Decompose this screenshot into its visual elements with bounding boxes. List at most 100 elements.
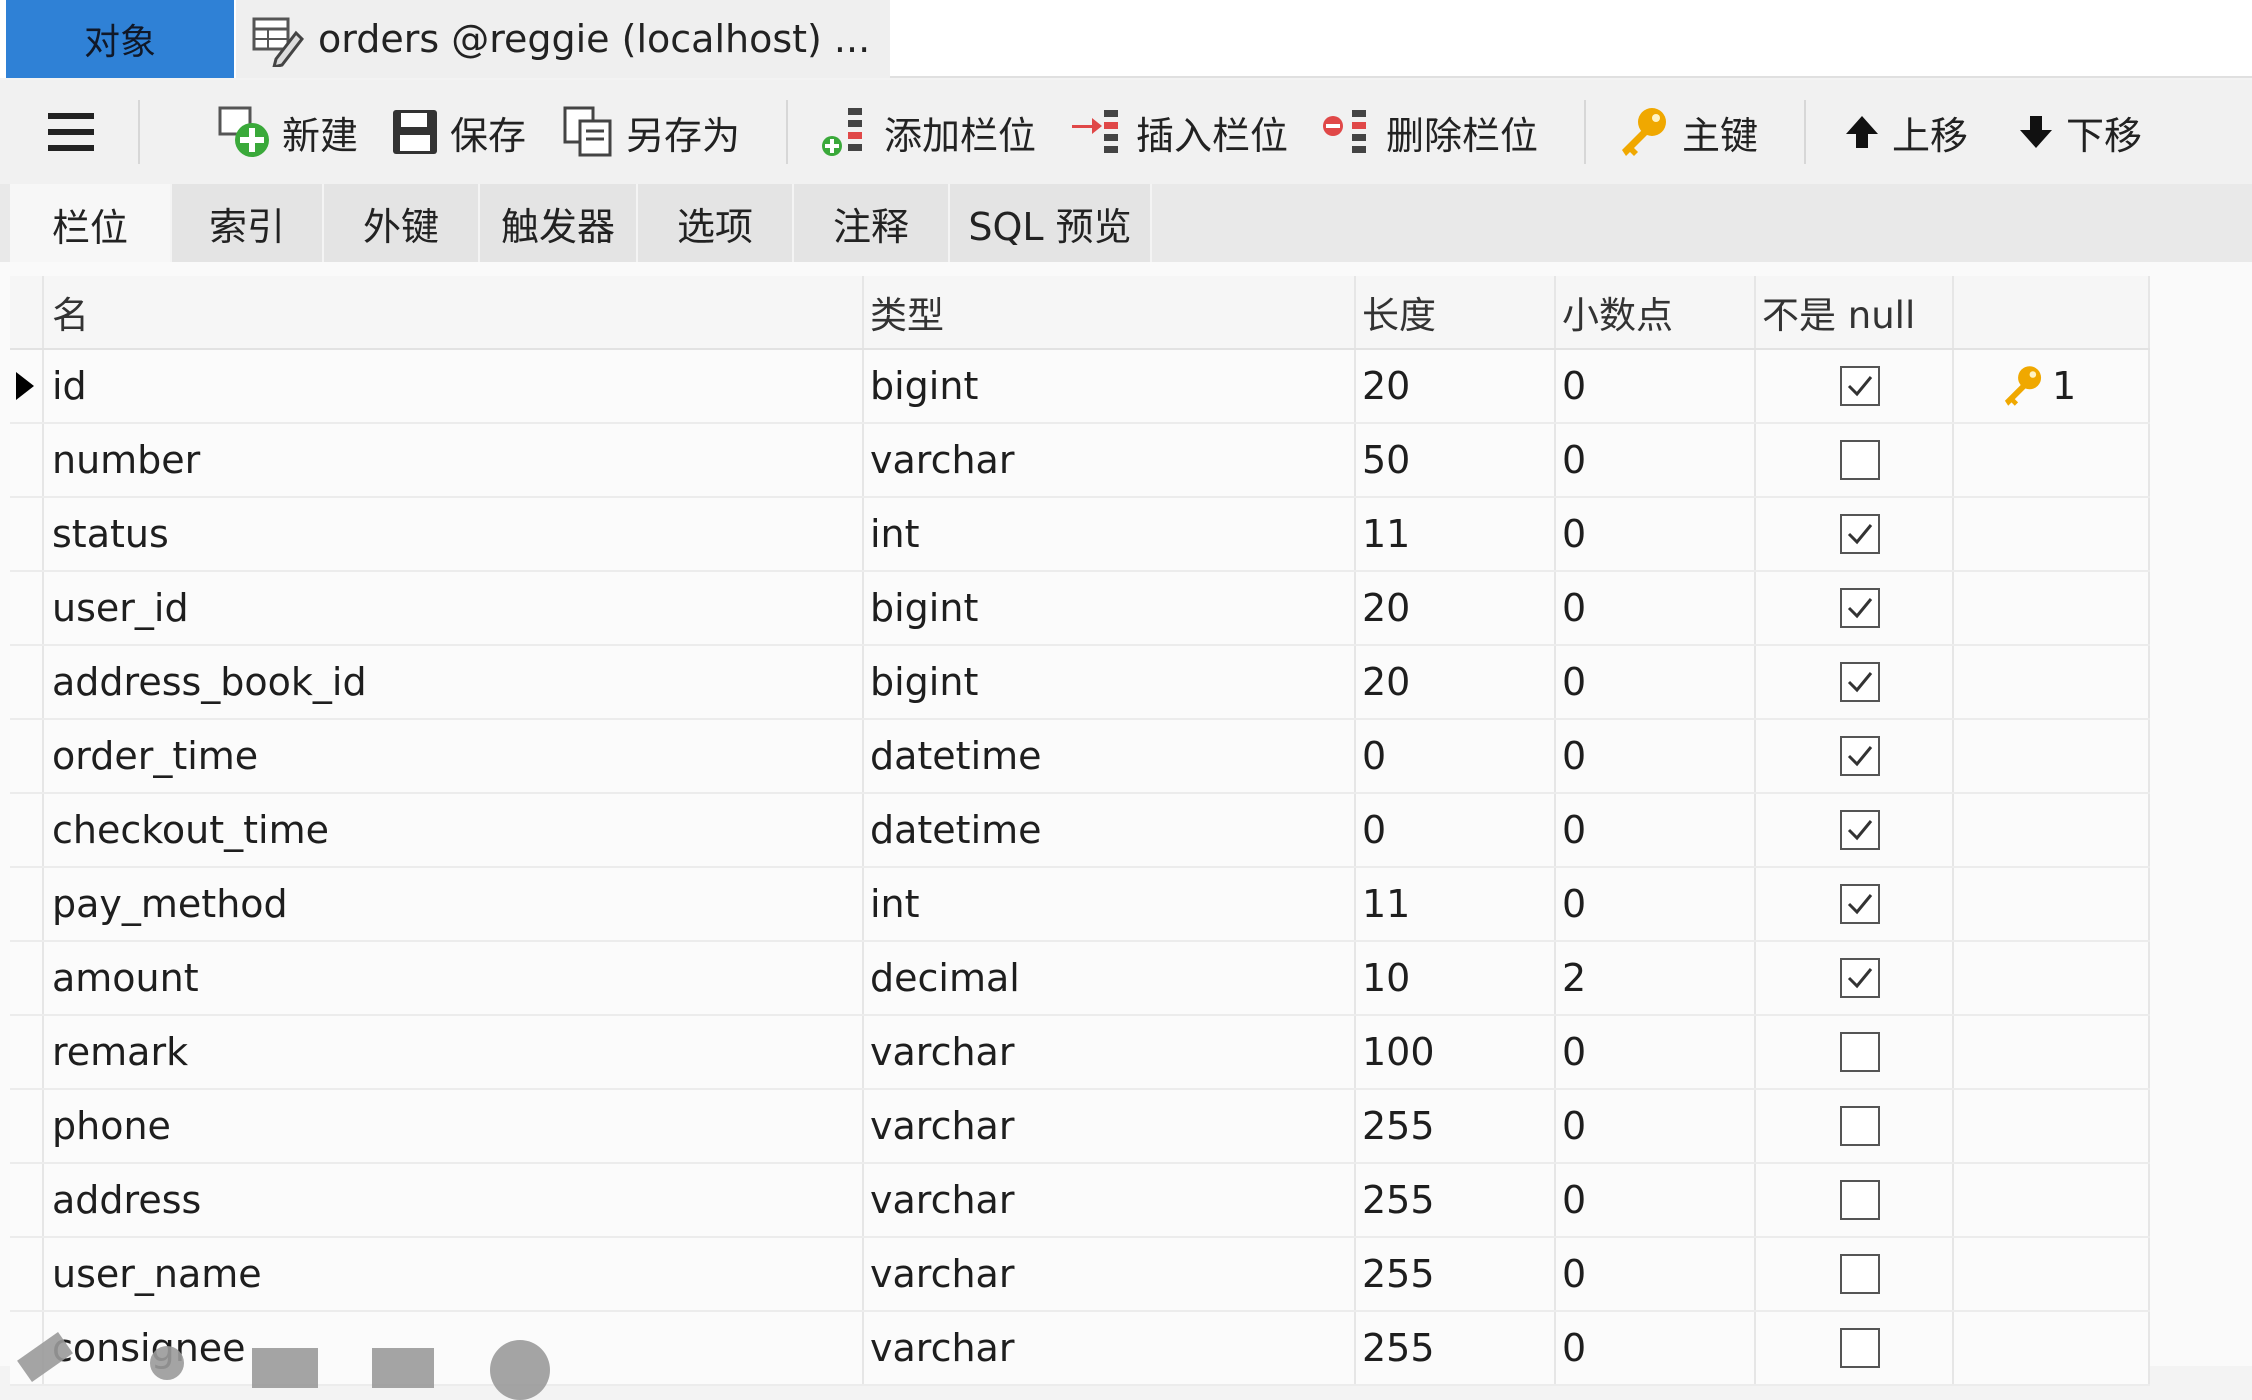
field-decimals-cell[interactable]: 0 — [1562, 350, 1586, 422]
table-row[interactable]: order_time datetime 0 0 — [10, 720, 2150, 794]
move-up-button[interactable]: 上移 — [1842, 80, 1968, 184]
table-row[interactable]: phone varchar 255 0 — [10, 1090, 2150, 1164]
field-name-cell[interactable]: pay_method — [52, 868, 288, 940]
header-not-null[interactable]: 不是 null — [1762, 276, 1915, 348]
new-button[interactable]: 新建 — [216, 80, 358, 184]
field-type-cell[interactable]: bigint — [870, 350, 978, 422]
not-null-checkbox[interactable] — [1840, 1254, 1880, 1294]
field-type-cell[interactable]: varchar — [870, 424, 1014, 496]
field-type-cell[interactable]: bigint — [870, 646, 978, 718]
field-name-cell[interactable]: order_time — [52, 720, 258, 792]
move-down-button[interactable]: 下移 — [2016, 80, 2142, 184]
field-length-cell[interactable]: 255 — [1362, 1312, 1435, 1384]
table-row[interactable]: address varchar 255 0 — [10, 1164, 2150, 1238]
field-type-cell[interactable]: varchar — [870, 1312, 1014, 1384]
not-null-checkbox[interactable] — [1840, 736, 1880, 776]
tab-sql-preview[interactable]: SQL 预览 — [950, 184, 1152, 262]
field-length-cell[interactable]: 50 — [1362, 424, 1410, 496]
table-row[interactable]: address_book_id bigint 20 0 — [10, 646, 2150, 720]
field-length-cell[interactable]: 255 — [1362, 1164, 1435, 1236]
field-length-cell[interactable]: 11 — [1362, 498, 1410, 570]
not-null-checkbox[interactable] — [1840, 514, 1880, 554]
table-row[interactable]: user_name varchar 255 0 — [10, 1238, 2150, 1312]
field-decimals-cell[interactable]: 0 — [1562, 1312, 1586, 1384]
table-row[interactable]: id bigint 20 0 1 — [10, 350, 2150, 424]
field-name-cell[interactable]: user_id — [52, 572, 189, 644]
field-length-cell[interactable]: 0 — [1362, 794, 1386, 866]
field-type-cell[interactable]: varchar — [870, 1164, 1014, 1236]
field-length-cell[interactable]: 20 — [1362, 350, 1410, 422]
field-name-cell[interactable]: id — [52, 350, 87, 422]
field-decimals-cell[interactable]: 0 — [1562, 1164, 1586, 1236]
not-null-checkbox[interactable] — [1840, 810, 1880, 850]
field-length-cell[interactable]: 20 — [1362, 646, 1410, 718]
field-type-cell[interactable]: varchar — [870, 1090, 1014, 1162]
tab-foreign-keys[interactable]: 外键 — [324, 184, 480, 262]
table-row[interactable]: number varchar 50 0 — [10, 424, 2150, 498]
field-type-cell[interactable]: varchar — [870, 1016, 1014, 1088]
user-icon[interactable] — [150, 1346, 184, 1380]
tab-comments[interactable]: 注释 — [794, 184, 950, 262]
header-decimals[interactable]: 小数点 — [1562, 276, 1673, 348]
field-type-cell[interactable]: int — [870, 868, 920, 940]
field-length-cell[interactable]: 255 — [1362, 1090, 1435, 1162]
not-null-checkbox[interactable] — [1840, 1032, 1880, 1072]
not-null-checkbox[interactable] — [1840, 958, 1880, 998]
header-type[interactable]: 类型 — [870, 276, 944, 348]
header-name[interactable]: 名 — [52, 276, 89, 348]
table-row[interactable]: pay_method int 11 0 — [10, 868, 2150, 942]
field-length-cell[interactable]: 11 — [1362, 868, 1410, 940]
table-row[interactable]: checkout_time datetime 0 0 — [10, 794, 2150, 868]
field-type-cell[interactable]: datetime — [870, 720, 1042, 792]
not-null-checkbox[interactable] — [1840, 884, 1880, 924]
insert-field-button[interactable]: 插入栏位 — [1070, 80, 1288, 184]
field-type-cell[interactable]: bigint — [870, 572, 978, 644]
field-decimals-cell[interactable]: 0 — [1562, 646, 1586, 718]
field-type-cell[interactable]: int — [870, 498, 920, 570]
tab-triggers[interactable]: 触发器 — [480, 184, 638, 262]
not-null-checkbox[interactable] — [1840, 1180, 1880, 1220]
field-name-cell[interactable]: phone — [52, 1090, 171, 1162]
field-decimals-cell[interactable]: 0 — [1562, 1090, 1586, 1162]
field-name-cell[interactable]: amount — [52, 942, 199, 1014]
field-length-cell[interactable]: 10 — [1362, 942, 1410, 1014]
field-decimals-cell[interactable]: 0 — [1562, 868, 1586, 940]
field-decimals-cell[interactable]: 0 — [1562, 1016, 1586, 1088]
table-row[interactable]: user_id bigint 20 0 — [10, 572, 2150, 646]
primary-key-button[interactable]: 主键 — [1616, 80, 1758, 184]
tab-options[interactable]: 选项 — [638, 184, 794, 262]
save-as-button[interactable]: 另存为 — [562, 80, 740, 184]
field-decimals-cell[interactable]: 2 — [1562, 942, 1586, 1014]
field-type-cell[interactable]: datetime — [870, 794, 1042, 866]
tab-indexes[interactable]: 索引 — [172, 184, 324, 262]
not-null-checkbox[interactable] — [1840, 1328, 1880, 1368]
field-name-cell[interactable]: address — [52, 1164, 201, 1236]
not-null-checkbox[interactable] — [1840, 588, 1880, 628]
field-decimals-cell[interactable]: 0 — [1562, 1238, 1586, 1310]
primary-key-cell[interactable]: 1 — [2000, 350, 2076, 422]
save-button[interactable]: 保存 — [390, 80, 526, 184]
delete-field-button[interactable]: 删除栏位 — [1320, 80, 1538, 184]
field-decimals-cell[interactable]: 0 — [1562, 424, 1586, 496]
table-row[interactable]: status int 11 0 — [10, 498, 2150, 572]
field-name-cell[interactable]: number — [52, 424, 200, 496]
field-length-cell[interactable]: 20 — [1362, 572, 1410, 644]
add-field-button[interactable]: 添加栏位 — [818, 80, 1036, 184]
field-name-cell[interactable]: remark — [52, 1016, 188, 1088]
chat-icon[interactable] — [372, 1348, 434, 1388]
field-length-cell[interactable]: 0 — [1362, 720, 1386, 792]
field-decimals-cell[interactable]: 0 — [1562, 794, 1586, 866]
field-decimals-cell[interactable]: 0 — [1562, 720, 1586, 792]
tab-objects[interactable]: 对象 — [6, 0, 234, 78]
field-length-cell[interactable]: 255 — [1362, 1238, 1435, 1310]
not-null-checkbox[interactable] — [1840, 662, 1880, 702]
not-null-checkbox[interactable] — [1840, 1106, 1880, 1146]
field-type-cell[interactable]: decimal — [870, 942, 1020, 1014]
field-name-cell[interactable]: address_book_id — [52, 646, 367, 718]
video-icon[interactable] — [252, 1348, 318, 1388]
tab-fields[interactable]: 栏位 — [10, 184, 172, 264]
table-row[interactable]: amount decimal 10 2 — [10, 942, 2150, 1016]
more-icon[interactable] — [490, 1340, 550, 1400]
field-decimals-cell[interactable]: 0 — [1562, 572, 1586, 644]
field-name-cell[interactable]: checkout_time — [52, 794, 329, 866]
